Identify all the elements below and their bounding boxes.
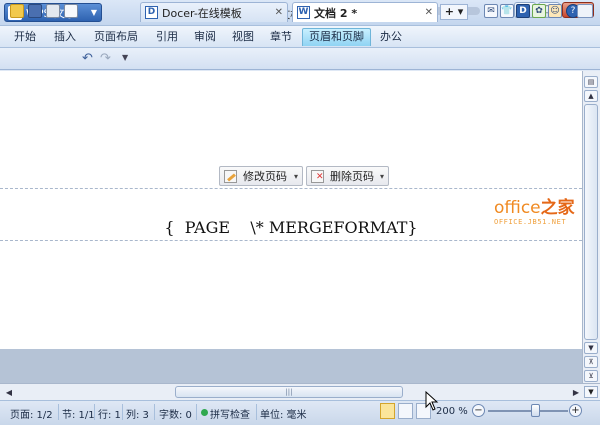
mouse-cursor-icon xyxy=(425,391,439,411)
scroll-down-button[interactable]: ▼ xyxy=(584,342,598,354)
watermark-text-cn: 之家 xyxy=(540,198,575,218)
menu-insert[interactable]: 插入 xyxy=(48,28,82,46)
chevron-down-icon: ▼ xyxy=(90,8,97,17)
office-home-watermark-logo: office之家 OFFICE.JB51.NET xyxy=(494,198,582,232)
edit-page-number-label: 修改页码 xyxy=(243,170,287,183)
pencil-icon xyxy=(224,169,237,183)
edit-page-number-button[interactable]: 修改页码 ▾ xyxy=(219,166,303,186)
save-icon[interactable] xyxy=(28,4,42,18)
delete-page-number-button[interactable]: ✕ 删除页码 ▾ xyxy=(306,166,389,186)
watermark-text: office xyxy=(494,198,541,218)
ruler-toggle-icon[interactable]: ▤ xyxy=(584,76,598,88)
zoom-out-button[interactable]: − xyxy=(472,404,485,417)
footer-boundary-bottom xyxy=(0,240,582,241)
close-icon[interactable]: ✕ xyxy=(275,7,283,18)
horizontal-scroll-thumb[interactable]: ||| xyxy=(175,386,403,398)
spell-check-toggle[interactable]: 拼写检查 xyxy=(210,406,250,421)
delete-page-number-label: 删除页码 xyxy=(330,170,374,183)
document-tab-icon: W xyxy=(297,6,310,19)
status-divider xyxy=(58,404,59,420)
scroll-left-button[interactable]: ◀ xyxy=(3,387,15,398)
scroll-up-button[interactable]: ▲ xyxy=(584,90,598,102)
status-column: 列: 3 xyxy=(126,410,149,421)
status-divider xyxy=(196,404,197,420)
plant-icon[interactable]: ✿ xyxy=(532,4,546,18)
print-preview-icon[interactable] xyxy=(64,4,78,18)
print-icon[interactable] xyxy=(46,4,60,18)
zoom-in-button[interactable]: + xyxy=(569,404,582,417)
task-pane-toggle-icon[interactable] xyxy=(577,4,593,18)
docer-tab-icon: D xyxy=(145,6,158,19)
menu-review[interactable]: 审阅 xyxy=(188,28,222,46)
undo-icon[interactable]: ↶ xyxy=(82,51,93,66)
open-folder-icon[interactable] xyxy=(10,4,24,18)
status-divider xyxy=(122,404,123,420)
menu-office[interactable]: 办公 xyxy=(374,28,408,46)
chevron-down-icon: ▾ xyxy=(293,171,298,181)
zoom-slider-handle[interactable] xyxy=(531,404,540,417)
menu-references[interactable]: 引用 xyxy=(150,28,184,46)
scroll-right-button[interactable]: ▶ xyxy=(570,387,582,398)
close-icon[interactable]: ✕ xyxy=(425,7,433,18)
spell-check-status-icon xyxy=(201,409,208,416)
watermark-url: OFFICE.JB51.NET xyxy=(494,218,567,226)
menu-chapter[interactable]: 章节 xyxy=(264,28,298,46)
status-unit[interactable]: 单位: 毫米 xyxy=(260,406,307,421)
next-page-button[interactable]: ⊻ xyxy=(584,370,598,382)
tab-docer-templates[interactable]: D Docer-在线模板 ✕ xyxy=(140,2,288,22)
status-divider xyxy=(256,404,257,420)
menu-view[interactable]: 视图 xyxy=(226,28,260,46)
scroll-down-button[interactable]: ▼ xyxy=(584,386,598,398)
menu-header-footer[interactable]: 页眉和页脚 xyxy=(302,28,371,46)
status-divider xyxy=(154,404,155,420)
status-line: 行: 1 xyxy=(98,410,121,421)
footer-boundary-top xyxy=(0,188,582,189)
tab-label: Docer-在线模板 xyxy=(162,6,242,20)
zoom-level[interactable]: 200 % xyxy=(436,406,468,417)
tab-label: 文档 2 * xyxy=(314,6,358,20)
redo-icon[interactable]: ↷ xyxy=(100,51,111,66)
delete-page-icon: ✕ xyxy=(311,169,324,183)
tab-document-2[interactable]: W 文档 2 * ✕ xyxy=(292,2,438,22)
customize-toolbar-icon[interactable]: ▼ xyxy=(122,53,128,62)
status-word-count[interactable]: 字数: 0 xyxy=(159,406,192,421)
vertical-scroll-thumb[interactable] xyxy=(584,104,598,340)
docer-icon[interactable]: D xyxy=(516,4,530,18)
avatar-icon[interactable]: ☺ xyxy=(548,4,562,18)
page-view-button[interactable] xyxy=(380,403,395,419)
chevron-down-icon: ▾ xyxy=(379,171,384,181)
previous-page-button[interactable]: ⊼ xyxy=(584,356,598,368)
page-gap xyxy=(0,349,582,383)
status-page[interactable]: 页面: 1/2 xyxy=(10,406,53,421)
menu-page-layout[interactable]: 页面布局 xyxy=(88,28,144,46)
menu-start[interactable]: 开始 xyxy=(8,28,42,46)
status-section: 节: 1/1 xyxy=(62,410,95,421)
new-tab-button[interactable]: + ▾ xyxy=(440,4,468,20)
shirt-icon[interactable]: 👕 xyxy=(500,4,514,18)
outline-view-button[interactable] xyxy=(398,403,413,419)
zoom-slider-track[interactable] xyxy=(488,410,568,412)
menu-bar: 开始 插入 页面布局 引用 审阅 视图 章节 页眉和页脚 办公 xyxy=(0,26,600,48)
mail-icon[interactable]: ✉ xyxy=(484,4,498,18)
status-divider xyxy=(94,404,95,420)
